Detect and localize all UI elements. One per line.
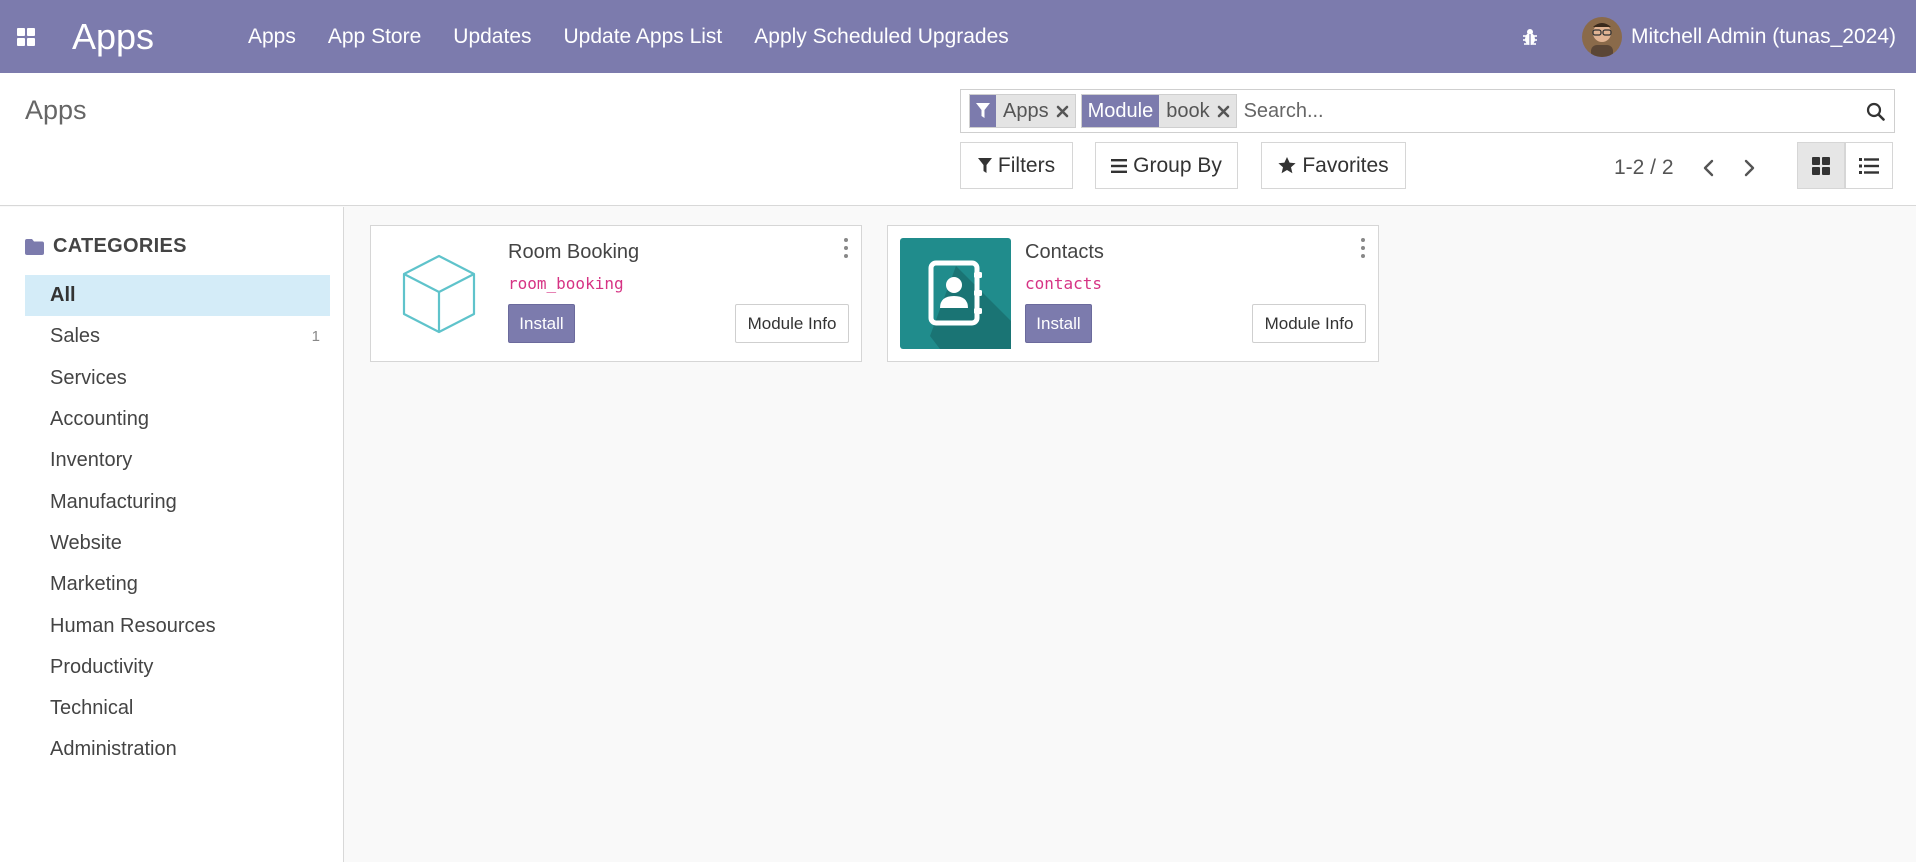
cube-icon [383, 238, 494, 349]
category-human-resources[interactable]: Human Resources [25, 605, 330, 646]
top-menu: Apps App Store Updates Update Apps List … [232, 25, 1025, 49]
category-label: Technical [50, 697, 134, 720]
category-manufacturing[interactable]: Manufacturing [25, 481, 330, 522]
module-info-button[interactable]: Module Info [1252, 304, 1366, 343]
menu-app-store[interactable]: App Store [312, 25, 437, 49]
user-menu-name[interactable]: Mitchell Admin (tunas_2024) [1631, 25, 1896, 49]
category-label: Productivity [50, 655, 154, 678]
group-by-label: Group By [1133, 153, 1222, 177]
categories-title: CATEGORIES [53, 235, 187, 257]
category-sales[interactable]: Sales 1 [25, 316, 330, 357]
group-by-button[interactable]: Group By [1095, 142, 1238, 189]
category-label: Services [50, 366, 127, 389]
app-technical-name: room_booking [508, 274, 624, 293]
filter-icon [977, 157, 992, 173]
category-list: All Sales 1 Services Accounting Inventory… [25, 275, 330, 771]
category-technical[interactable]: Technical [25, 688, 330, 729]
facet-value: Apps [1003, 99, 1049, 122]
filters-label: Filters [997, 153, 1056, 177]
install-button[interactable]: Install [508, 304, 575, 343]
menu-update-apps-list[interactable]: Update Apps List [548, 25, 739, 49]
menu-updates[interactable]: Updates [437, 25, 547, 49]
pager-value[interactable]: 1-2 / 2 [1614, 156, 1674, 180]
facet-value: book [1166, 99, 1210, 122]
facet-label: Module [1081, 95, 1160, 127]
facet-remove-icon[interactable] [1217, 95, 1236, 127]
category-administration[interactable]: Administration [25, 729, 330, 770]
app-name: Room Booking [508, 241, 640, 263]
list-view-button[interactable] [1845, 142, 1893, 189]
folder-icon [25, 238, 44, 255]
category-label: Administration [50, 738, 177, 761]
install-button[interactable]: Install [1025, 304, 1092, 343]
filters-button[interactable]: Filters [960, 142, 1073, 189]
category-all[interactable]: All [25, 275, 330, 317]
category-services[interactable]: Services [25, 358, 330, 399]
menu-apply-scheduled-upgrades[interactable]: Apply Scheduled Upgrades [738, 25, 1025, 49]
list-icon [1859, 157, 1879, 174]
search-input[interactable] [1241, 94, 1856, 128]
search-facet-apps: Apps [969, 94, 1076, 128]
search-facet-module: Module book [1080, 94, 1237, 128]
category-accounting[interactable]: Accounting [25, 399, 330, 440]
user-avatar[interactable] [1582, 16, 1623, 57]
categories-header: CATEGORIES [25, 235, 187, 258]
category-productivity[interactable]: Productivity [25, 647, 330, 688]
category-label: All [50, 284, 76, 307]
category-count: 1 [311, 328, 320, 346]
app-switcher-grid-icon[interactable] [0, 0, 52, 73]
category-inventory[interactable]: Inventory [25, 440, 330, 481]
menu-apps[interactable]: Apps [232, 25, 312, 49]
category-label: Sales [50, 325, 101, 348]
category-website[interactable]: Website [25, 523, 330, 564]
search-bar: Apps Module book [960, 89, 1895, 133]
app-brand[interactable]: Apps [72, 16, 232, 58]
page-title: Apps [25, 95, 87, 125]
star-icon [1278, 157, 1296, 174]
category-marketing[interactable]: Marketing [25, 564, 330, 605]
category-label: Accounting [50, 408, 149, 431]
pager-next-icon[interactable] [1734, 153, 1764, 183]
app-name: Contacts [1025, 241, 1104, 263]
bars-icon [1111, 158, 1128, 173]
filter-icon [970, 95, 996, 127]
facet-remove-icon[interactable] [1056, 95, 1075, 127]
favorites-button[interactable]: Favorites [1261, 142, 1406, 189]
categories-sidebar: CATEGORIES All Sales 1 Services Accountin… [0, 207, 344, 862]
kanban-grid-icon [1812, 156, 1830, 175]
card-menu-dots-icon[interactable] [1356, 238, 1370, 258]
debug-bug-icon[interactable] [1510, 27, 1550, 47]
app-card-contacts[interactable]: Contacts contacts Install Module Info [887, 225, 1379, 362]
kanban-view-button[interactable] [1797, 142, 1845, 189]
pager-previous-icon[interactable] [1693, 153, 1723, 183]
category-label: Manufacturing [50, 490, 177, 513]
navbar-systray: Mitchell Admin (tunas_2024) [1510, 0, 1896, 73]
control-panel: Apps Apps Module book Filters Group [0, 73, 1916, 206]
address-book-icon [900, 238, 1011, 349]
favorites-label: Favorites [1302, 153, 1389, 177]
top-navbar: Apps Apps App Store Updates Update Apps … [0, 0, 1916, 73]
card-menu-dots-icon[interactable] [839, 238, 853, 258]
category-label: Marketing [50, 573, 138, 596]
search-icon[interactable] [1856, 102, 1894, 121]
app-card-room-booking[interactable]: Room Booking room_booking Install Module… [370, 225, 862, 362]
category-label: Inventory [50, 449, 133, 472]
category-label: Website [50, 531, 122, 554]
category-label: Human Resources [50, 614, 216, 637]
module-info-button[interactable]: Module Info [735, 304, 849, 343]
app-technical-name: contacts [1025, 274, 1103, 293]
